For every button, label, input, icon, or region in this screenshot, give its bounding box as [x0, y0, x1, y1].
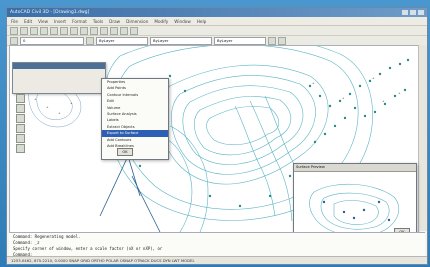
match-properties-icon[interactable]: [278, 36, 286, 45]
svg-text:+: +: [382, 99, 385, 103]
close-button[interactable]: [418, 10, 424, 15]
pan-icon[interactable]: [100, 26, 108, 35]
menu-insert[interactable]: Insert: [54, 19, 66, 24]
svg-text:+: +: [58, 111, 61, 115]
layer-combo[interactable]: 0: [20, 36, 84, 45]
zoom-icon[interactable]: [110, 26, 118, 35]
palette-tool-select-icon[interactable]: [16, 94, 25, 103]
palette-tool-text-icon[interactable]: [16, 144, 25, 153]
palette-tool-line-icon[interactable]: [16, 104, 25, 113]
menu-tools[interactable]: Tools: [93, 19, 103, 24]
properties-icon[interactable]: [120, 26, 128, 35]
menu-draw[interactable]: Draw: [109, 19, 120, 24]
menu-modify[interactable]: Modify: [154, 19, 168, 24]
palette-tool-arc-icon[interactable]: [16, 124, 25, 133]
make-current-icon[interactable]: [86, 36, 94, 45]
minimize-button[interactable]: [402, 10, 408, 15]
palette-tool-polyline-icon[interactable]: [16, 114, 25, 123]
context-menu: Properties Add Points Contour Intervals …: [101, 78, 169, 160]
menu-help[interactable]: Help: [197, 19, 207, 24]
status-bar: 1253.0462, 875.2210, 0.0000 SNAP GRID OR…: [7, 256, 427, 264]
title-bar: AutoCAD Civil 3D - [Drawing1.dwg]: [7, 8, 427, 17]
context-menu-item[interactable]: Add Breaklines: [102, 143, 168, 149]
new-icon[interactable]: [10, 26, 18, 35]
inset-title: Surface Preview: [294, 164, 416, 172]
help-icon[interactable]: [130, 26, 138, 35]
standard-toolbar: [7, 26, 427, 36]
vertical-scrollbar[interactable]: [418, 45, 427, 231]
menu-file[interactable]: File: [11, 19, 18, 24]
window-title: AutoCAD Civil 3D - [Drawing1.dwg]: [10, 10, 90, 15]
layer-manager-icon[interactable]: [10, 36, 18, 45]
window-controls: [402, 10, 424, 15]
object-palette-left: [12, 62, 106, 94]
menu-format[interactable]: Format: [72, 19, 87, 24]
menu-edit[interactable]: Edit: [24, 19, 32, 24]
ok-button[interactable]: OK: [117, 148, 133, 156]
svg-text:+: +: [312, 81, 315, 85]
command-line[interactable]: Command: Regenerating model. Command: _z…: [9, 232, 425, 257]
svg-text:+: +: [46, 105, 49, 109]
lineweight-combo[interactable]: ByLayer: [214, 36, 266, 45]
palette-tool-circle-icon[interactable]: [16, 134, 25, 143]
menu-dimension[interactable]: Dimension: [126, 19, 148, 24]
svg-text:+: +: [342, 96, 345, 100]
print-icon[interactable]: [40, 26, 48, 35]
palette-title-bar: [13, 63, 105, 69]
save-icon[interactable]: [30, 26, 38, 35]
menu-window[interactable]: Window: [174, 19, 191, 24]
paste-icon[interactable]: [70, 26, 78, 35]
menu-view[interactable]: View: [38, 19, 48, 24]
menu-bar: File Edit View Insert Format Tools Draw …: [7, 17, 427, 26]
svg-text:+: +: [372, 76, 375, 80]
linetype-combo[interactable]: ByLayer: [150, 36, 212, 45]
redo-icon[interactable]: [90, 26, 98, 35]
maximize-button[interactable]: [410, 10, 416, 15]
copy-icon[interactable]: [60, 26, 68, 35]
svg-text:+: +: [70, 101, 73, 105]
undo-icon[interactable]: [80, 26, 88, 35]
cut-icon[interactable]: [50, 26, 58, 35]
svg-text:+: +: [398, 91, 401, 95]
color-combo[interactable]: ByLayer: [96, 36, 148, 45]
open-icon[interactable]: [20, 26, 28, 35]
application-window: AutoCAD Civil 3D - [Drawing1.dwg] File E…: [6, 7, 428, 265]
plot-style-icon[interactable]: [268, 36, 276, 45]
